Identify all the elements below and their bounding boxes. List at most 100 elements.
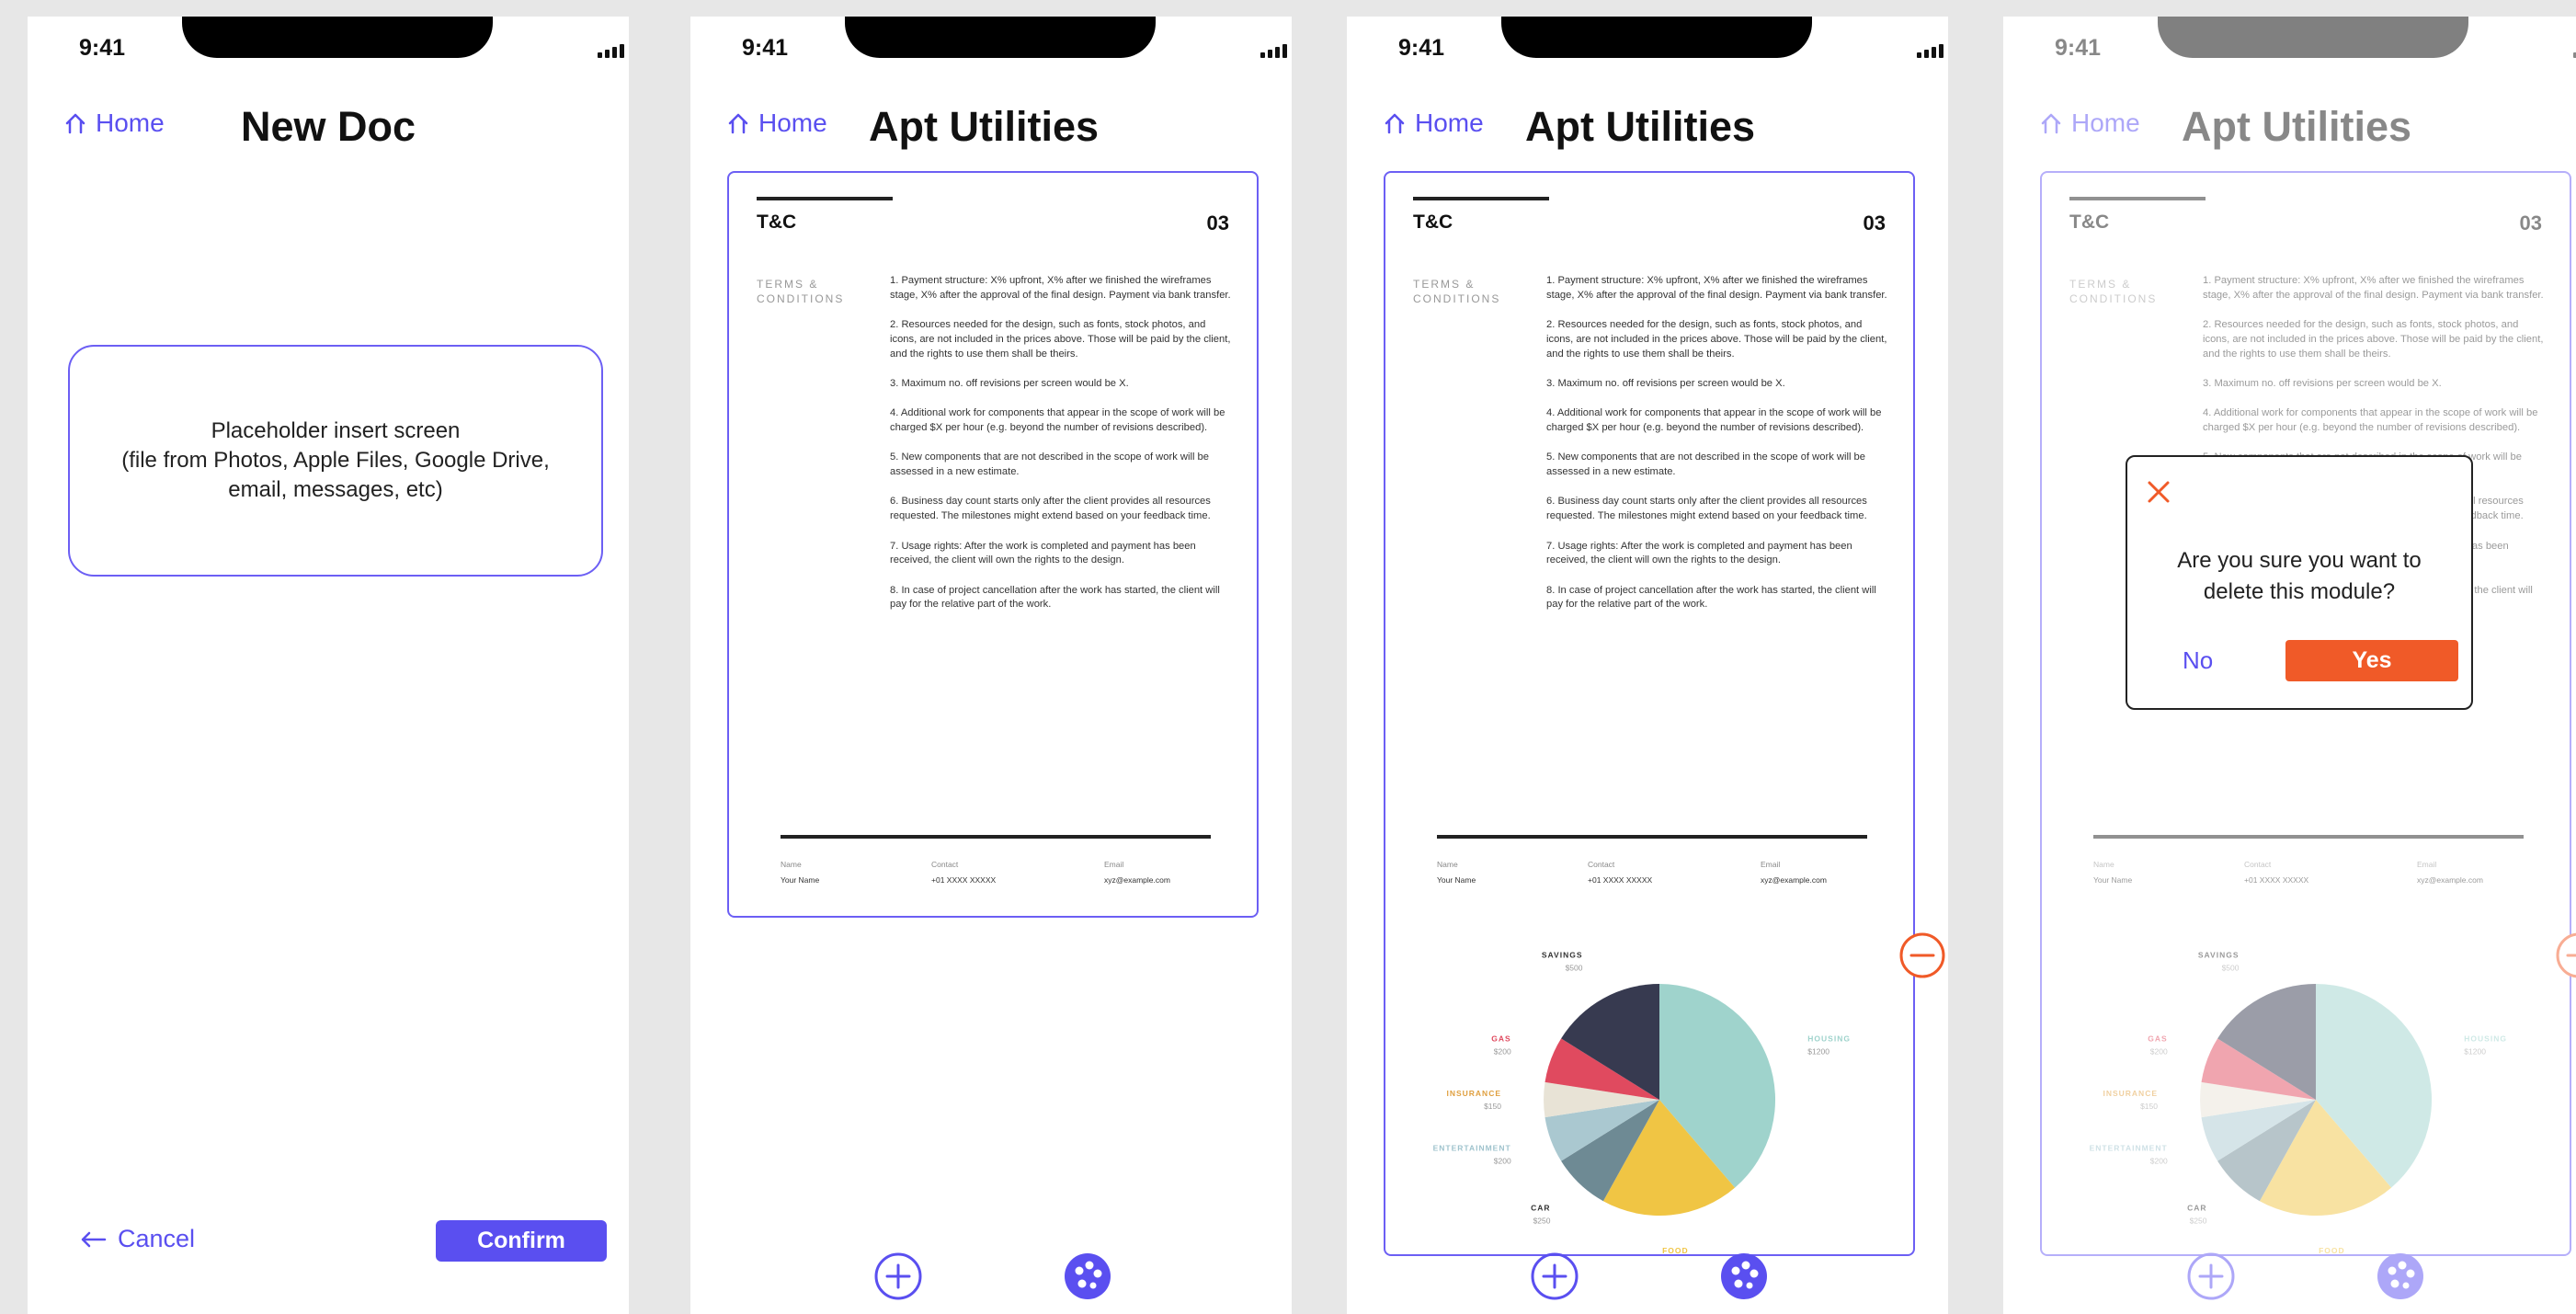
pie-label-category: INSURANCE xyxy=(1446,1089,1501,1098)
footer-value: Your Name xyxy=(781,875,820,885)
dialog-question-line: delete this module? xyxy=(2203,579,2396,604)
dialog-question-line: Are you sure you want to xyxy=(2177,548,2422,573)
section-label-line: TERMS & xyxy=(1413,278,1476,291)
add-module-icon[interactable] xyxy=(872,1251,924,1302)
signal-icon xyxy=(1260,44,1287,58)
cancel-label: Cancel xyxy=(118,1225,196,1252)
footer-name: Name Your Name xyxy=(1437,857,1476,888)
term-item: 7. Usage rights: After the work is compl… xyxy=(890,540,1196,566)
dialog-question: Are you sure you want to delete this mod… xyxy=(2127,545,2471,608)
pie-label-category: HOUSING xyxy=(1807,1034,1851,1043)
term-item: 1. Payment structure: X% upfront, X% aft… xyxy=(1546,275,1887,301)
chart-module[interactable]: HOUSING$1200FOOD$600CAR$250ENTERTAINMENT… xyxy=(1384,916,1915,1256)
footer-value: +01 XXXX XXXXX xyxy=(931,875,997,885)
page-title: Apt Utilities xyxy=(1525,103,1756,150)
home-link[interactable]: Home xyxy=(725,109,827,138)
home-link[interactable]: Home xyxy=(63,109,165,138)
notch xyxy=(845,17,1156,58)
add-module-icon[interactable] xyxy=(1529,1251,1580,1302)
pie-label-category: CAR xyxy=(1531,1204,1550,1213)
footer-value: xyz@example.com xyxy=(1761,875,1827,885)
palette-icon[interactable] xyxy=(1062,1251,1113,1302)
signal-icon xyxy=(1917,44,1943,58)
footer-label: Email xyxy=(1761,860,1781,869)
home-label: Home xyxy=(1415,109,1484,137)
doc-heading: T&C xyxy=(1413,211,1453,233)
delete-confirm-dialog: Are you sure you want to delete this mod… xyxy=(2126,455,2473,710)
remove-module-icon[interactable] xyxy=(1898,931,1946,979)
footer-name: Name Your Name xyxy=(781,857,819,888)
pie-label-category: ENTERTAINMENT xyxy=(1433,1144,1511,1153)
placeholder-insert-box[interactable]: Placeholder insert screen (file from Pho… xyxy=(68,345,603,577)
placeholder-line: Placeholder insert screen xyxy=(211,418,461,443)
arrow-left-icon xyxy=(81,1231,107,1247)
doc-header-rule xyxy=(757,197,893,200)
page-title: Apt Utilities xyxy=(869,103,1100,150)
status-time: 9:41 xyxy=(1398,35,1445,61)
footer-label: Contact xyxy=(931,860,959,869)
palette-icon[interactable] xyxy=(1718,1251,1770,1302)
footer-value: Your Name xyxy=(1437,875,1476,885)
pie-label-category: SAVINGS xyxy=(1542,951,1583,960)
footer-email: Email xyz@example.com xyxy=(1104,857,1170,888)
doc-page-number: 03 xyxy=(1863,211,1886,234)
home-label: Home xyxy=(758,109,827,137)
phone-screen-new-doc: 9:41 ◠ Home New Doc Placeholder insert s… xyxy=(28,17,629,1314)
page-title: New Doc xyxy=(241,103,416,150)
cancel-button[interactable]: Cancel xyxy=(79,1225,195,1253)
doc-heading: T&C xyxy=(757,211,797,233)
term-item: 8. In case of project cancellation after… xyxy=(1546,584,1876,611)
signal-icon xyxy=(598,44,624,58)
phone-screen-apt-utilities: 9:41 ◠ Home Apt Utilities T&C 03 TERMS &… xyxy=(690,17,1292,1314)
pie-label-value: $250 xyxy=(1533,1217,1551,1226)
home-link[interactable]: Home xyxy=(1382,109,1484,138)
no-button[interactable]: No xyxy=(2183,646,2213,675)
notch xyxy=(182,17,493,58)
pie-label-value: $1200 xyxy=(1807,1046,1829,1056)
pie-label-value: $200 xyxy=(1494,1157,1511,1166)
term-item: 4. Additional work for components that a… xyxy=(1546,407,1882,434)
notch xyxy=(1501,17,1812,58)
footer-value: xyz@example.com xyxy=(1104,875,1170,885)
document-module[interactable]: T&C 03 TERMS &CONDITIONS 1. Payment stru… xyxy=(727,171,1259,918)
term-item: 6. Business day count starts only after … xyxy=(890,496,1211,522)
terms-list: 1. Payment structure: X% upfront, X% aft… xyxy=(890,274,1232,628)
pie-label-value: $200 xyxy=(1494,1046,1511,1056)
section-label-line: CONDITIONS xyxy=(757,292,845,305)
pie-chart: HOUSING$1200FOOD$600CAR$250ENTERTAINMENT… xyxy=(1433,951,1851,1256)
footer-contact: Contact +01 XXXX XXXXX xyxy=(1588,857,1652,888)
footer-value: +01 XXXX XXXXX xyxy=(1588,875,1653,885)
home-label: Home xyxy=(96,109,165,137)
term-item: 8. In case of project cancellation after… xyxy=(890,584,1220,611)
doc-footer-rule xyxy=(781,835,1211,839)
status-time: 9:41 xyxy=(742,35,789,61)
term-item: 3. Maximum no. off revisions per screen … xyxy=(1546,377,1785,389)
term-item: 1. Payment structure: X% upfront, X% aft… xyxy=(890,275,1231,301)
pie-label-category: FOOD xyxy=(1662,1246,1689,1255)
term-item: 5. New components that are not described… xyxy=(1546,451,1865,478)
yes-button[interactable]: Yes xyxy=(2285,640,2458,681)
doc-section-label: TERMS &CONDITIONS xyxy=(757,277,867,306)
placeholder-line: (file from Photos, Apple Files, Google D… xyxy=(121,448,550,473)
phone-screen-delete-confirm: 9:41 ◠ Home Apt Utilities T&C 03 TERMS &… xyxy=(2003,17,2576,1314)
home-icon xyxy=(65,113,85,134)
term-item: 6. Business day count starts only after … xyxy=(1546,496,1867,522)
pie-label-value: $150 xyxy=(1484,1102,1501,1111)
close-icon[interactable] xyxy=(2142,475,2175,508)
footer-contact: Contact +01 XXXX XXXXX xyxy=(931,857,996,888)
footer-label: Email xyxy=(1104,860,1124,869)
term-item: 2. Resources needed for the design, such… xyxy=(890,319,1231,360)
phone-screen-apt-utilities-chart: 9:41 ◠ Home Apt Utilities T&C 03 TERMS &… xyxy=(1347,17,1948,1314)
status-time: 9:41 xyxy=(79,35,126,61)
footer-label: Contact xyxy=(1588,860,1615,869)
document-module[interactable]: T&C 03 TERMS &CONDITIONS 1. Payment stru… xyxy=(1384,171,1915,918)
pie-label-category: GAS xyxy=(1491,1034,1510,1043)
doc-footer-rule xyxy=(1437,835,1867,839)
footer-email: Email xyz@example.com xyxy=(1761,857,1827,888)
term-item: 5. New components that are not described… xyxy=(890,451,1209,478)
section-label-line: TERMS & xyxy=(757,278,819,291)
pie-label-value: $500 xyxy=(1566,964,1583,973)
term-item: 2. Resources needed for the design, such… xyxy=(1546,319,1887,360)
home-icon xyxy=(1385,113,1405,134)
confirm-button[interactable]: Confirm xyxy=(436,1220,607,1262)
